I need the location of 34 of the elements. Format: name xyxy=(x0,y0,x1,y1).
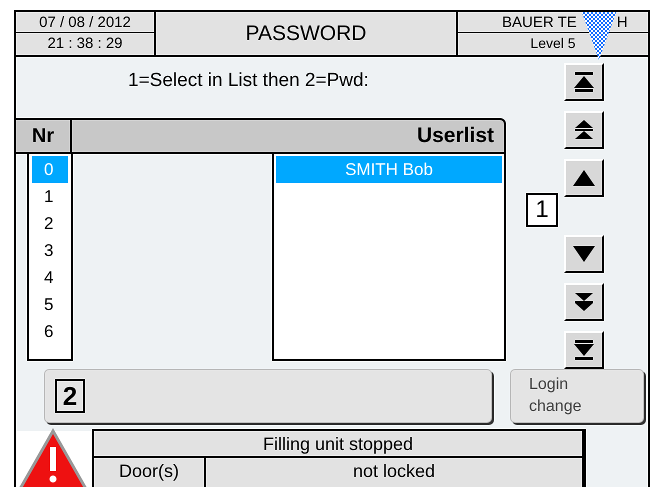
page-down-button[interactable] xyxy=(564,283,604,321)
time-label: 21 : 38 : 29 xyxy=(46,34,124,54)
window-title: PASSWORD xyxy=(156,12,458,55)
scroll-last-button[interactable] xyxy=(564,331,604,369)
number-item[interactable]: 2 xyxy=(32,210,68,237)
double-down-icon xyxy=(572,290,596,314)
number-item[interactable]: 6 xyxy=(32,318,68,345)
scroll-up-button[interactable] xyxy=(564,159,604,197)
alarm-message: Filling unit stopped xyxy=(94,431,582,458)
number-item[interactable]: 1 xyxy=(32,183,68,210)
scroll-down-button[interactable] xyxy=(564,235,604,273)
user-level-label: Level 5 xyxy=(529,34,577,53)
double-up-icon xyxy=(572,118,596,142)
number-item[interactable]: 5 xyxy=(32,291,68,318)
password-button[interactable]: 2 xyxy=(44,369,492,423)
jump-to-bottom-icon xyxy=(572,338,596,362)
company-label: BAUER TE xyxy=(502,13,577,32)
alarm-item: Door(s) xyxy=(94,458,206,487)
login-change-button[interactable]: Login change xyxy=(510,369,644,423)
jump-to-top-icon xyxy=(572,70,596,94)
page-up-button[interactable] xyxy=(564,111,604,149)
company-label: H xyxy=(616,13,628,32)
number-item[interactable]: 3 xyxy=(32,237,68,264)
warning-icon xyxy=(18,427,88,487)
step-number: 2 xyxy=(55,379,85,413)
instruction-text: 1=Select in List then 2=Pwd: xyxy=(127,69,370,93)
alarm-state: not locked xyxy=(352,460,436,483)
date-label: 07 / 08 / 2012 xyxy=(16,12,154,33)
column-header: Nr xyxy=(16,120,72,152)
cursor-icon xyxy=(581,12,617,60)
column-header: Userlist xyxy=(416,123,495,150)
number-item[interactable]: 4 xyxy=(32,264,68,291)
scroll-first-button[interactable] xyxy=(564,63,604,101)
page-number: 1 xyxy=(526,193,558,227)
